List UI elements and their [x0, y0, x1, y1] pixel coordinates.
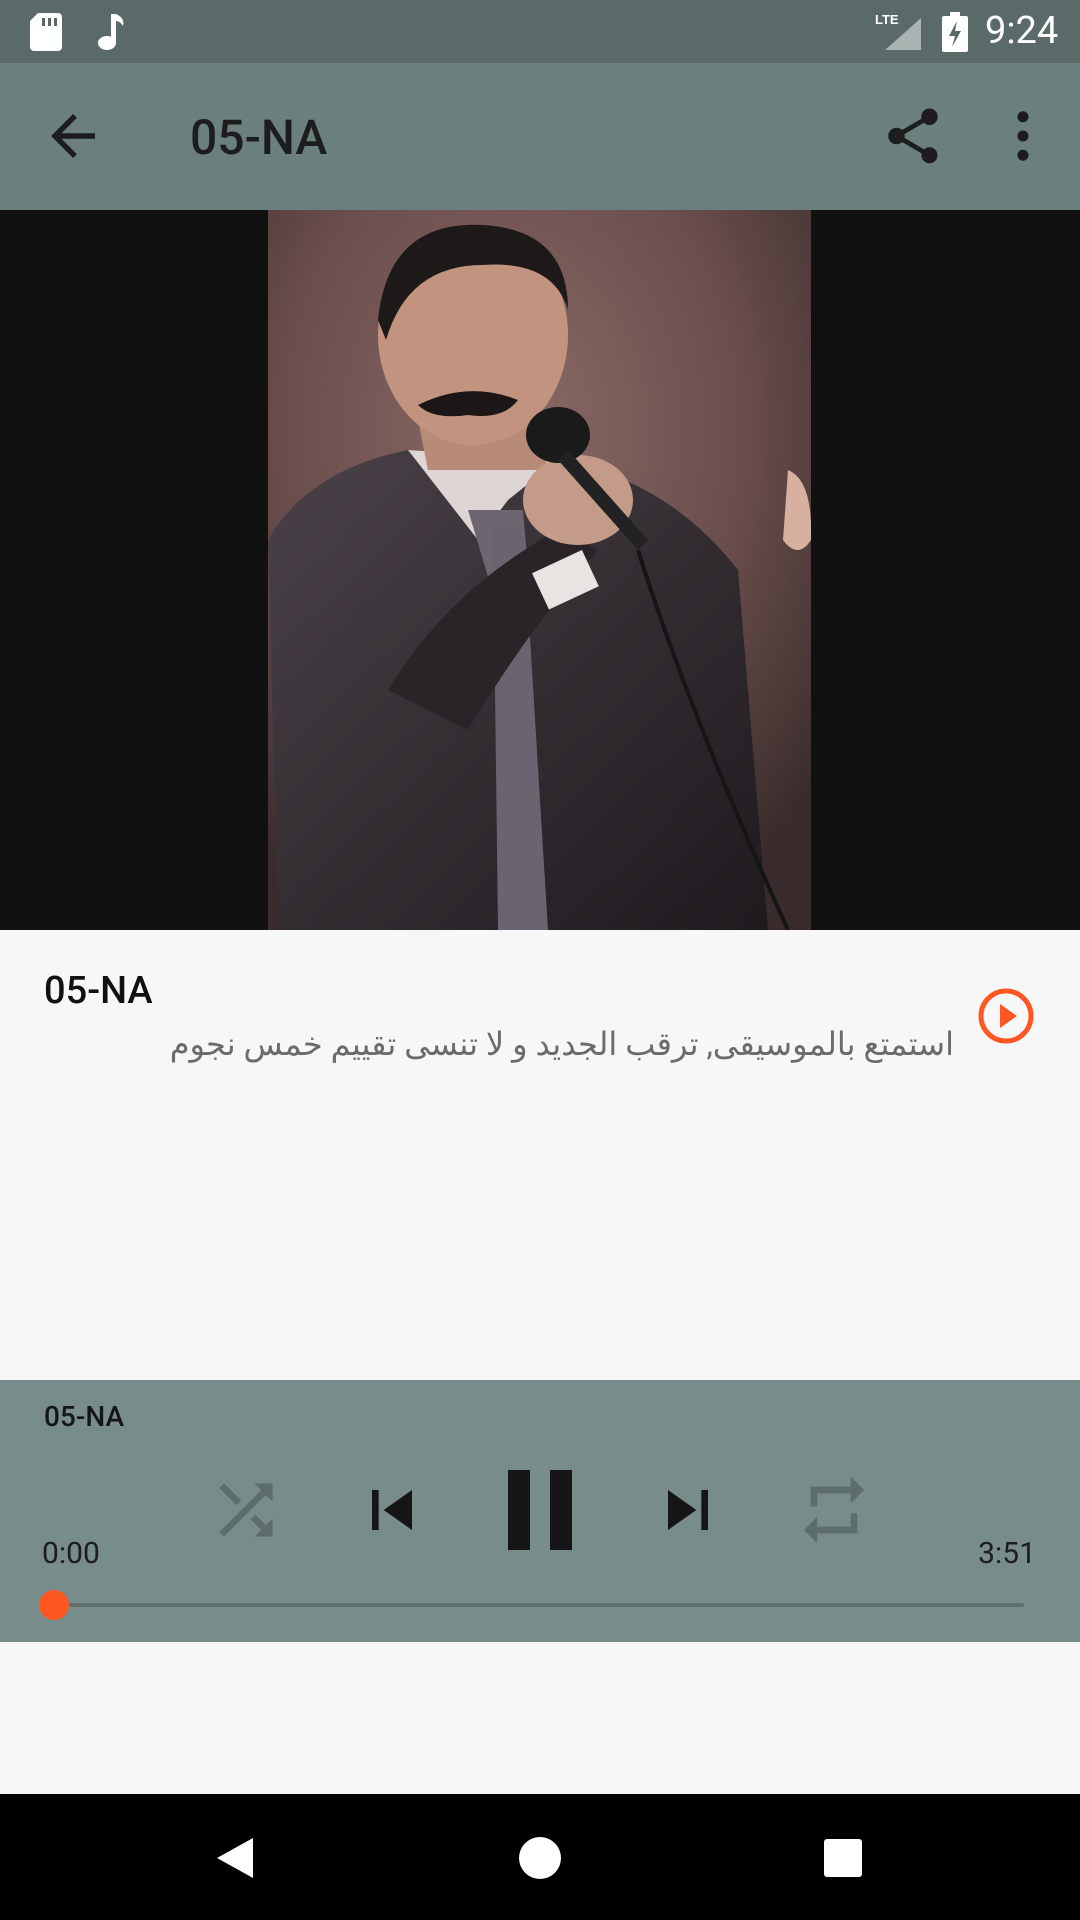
repeat-icon[interactable] — [794, 1470, 874, 1550]
arrow-back-icon[interactable] — [40, 103, 106, 169]
seek-bar[interactable] — [56, 1603, 1024, 1607]
svg-text:LTE: LTE — [875, 12, 899, 27]
status-bar: LTE 9:24 — [0, 0, 1080, 63]
status-clock: 9:24 — [985, 9, 1059, 53]
player-title: 05-NA — [44, 1400, 125, 1433]
total-time: 3:51 — [978, 1536, 1036, 1571]
skip-previous-icon[interactable] — [352, 1470, 432, 1550]
nav-back-icon[interactable] — [205, 1826, 269, 1890]
album-artwork — [268, 210, 811, 930]
page-title: 05-NA — [190, 109, 328, 166]
skip-next-icon[interactable] — [648, 1470, 728, 1550]
track-subtitle: استمتع بالموسيقى, ترقب الجديد و لا تنسى … — [169, 1025, 954, 1063]
current-time: 0:00 — [42, 1536, 100, 1571]
artwork-container — [0, 210, 1080, 930]
track-info — [0, 930, 1080, 1380]
battery-charging-icon — [942, 12, 968, 52]
play-circle-icon[interactable] — [976, 986, 1036, 1046]
music-note-icon — [98, 14, 124, 50]
more-vert-icon[interactable] — [990, 103, 1056, 169]
share-icon[interactable] — [880, 103, 946, 169]
nav-recents-icon[interactable] — [811, 1826, 875, 1890]
seek-thumb[interactable] — [39, 1590, 69, 1620]
shuffle-icon[interactable] — [206, 1470, 286, 1550]
nav-home-icon[interactable] — [508, 1826, 572, 1890]
lte-signal-icon: LTE — [875, 12, 921, 50]
sd-card-icon — [30, 13, 62, 51]
track-title: 05-NA — [44, 969, 153, 1013]
pause-icon[interactable] — [490, 1462, 590, 1558]
empty-area — [0, 1642, 1080, 1794]
